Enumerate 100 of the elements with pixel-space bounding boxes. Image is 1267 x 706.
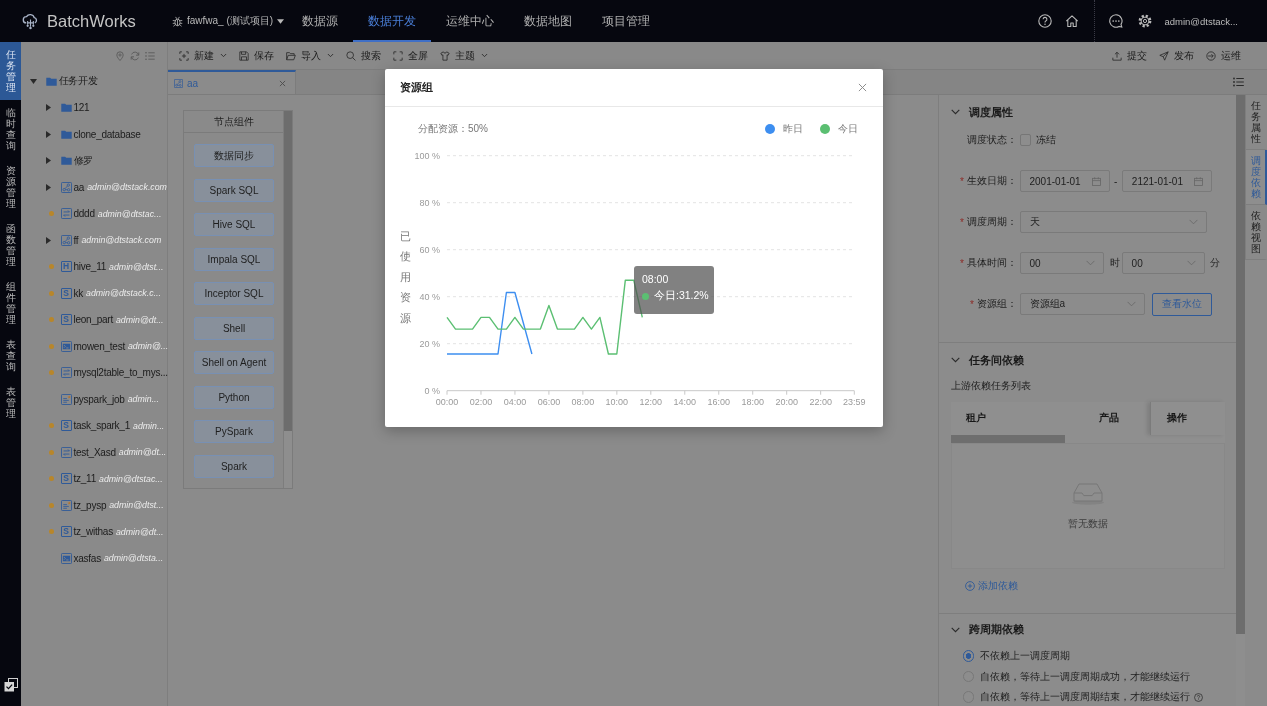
chevron-down-icon[interactable] [951,626,960,633]
date-input[interactable]: 2001-01-01 [1019,170,1110,192]
toolbar-button[interactable]: 保存 [239,45,274,66]
flow-diagram-icon [174,78,183,88]
node-component-button[interactable]: Python [194,385,274,409]
nav-tab[interactable]: 数据源 [287,0,353,42]
tree-item-label[interactable]: 修罗 [73,153,93,168]
user-account-menu[interactable]: admin@dtstack... [1164,15,1238,27]
caret-icon[interactable] [45,130,51,138]
nav-tab[interactable]: 运维中心 [431,0,509,42]
node-component-button[interactable]: Inceptor SQL [194,282,274,305]
app-logo-text: BatchWorks [47,11,136,31]
side-nav-tab[interactable]: 任务管理 [0,42,21,100]
select-field[interactable]: 资源组a [1019,293,1145,315]
close-icon[interactable] [279,79,286,87]
list-icon[interactable] [1233,77,1244,87]
sync-arrows-icon [60,446,72,458]
caret-icon[interactable] [45,157,51,165]
tree-item-label[interactable]: pyspark_job [73,393,125,405]
toolbar-button[interactable]: 提交 [1112,45,1147,66]
toolbar-button[interactable]: 导入 [286,45,334,66]
node-component-button[interactable]: Impala SQL [194,247,274,271]
select-field[interactable]: 00 [1019,252,1104,274]
side-nav-tab[interactable]: 资源管理 [0,158,21,216]
toolbar-button[interactable]: 发布 [1159,45,1194,66]
legend-label[interactable]: 今日 [838,122,858,136]
terminal-icon [60,552,72,564]
y-tick-label: 0 % [424,385,440,396]
close-icon[interactable] [858,83,867,92]
help-icon[interactable] [1038,14,1053,28]
node-component-button[interactable]: Spark SQL [194,178,274,202]
tree-item-label[interactable]: task_spark_1 [73,420,130,432]
radio-button[interactable] [962,650,974,662]
scrollbar-thumb[interactable] [951,434,1065,443]
caret-icon[interactable] [45,183,51,191]
node-component-button[interactable]: Hive SQL [194,213,274,236]
side-nav-tab[interactable]: 临时查询 [0,100,21,158]
sync-arrows-icon [60,367,72,379]
tree-item-label[interactable]: kk [73,287,83,299]
side-tab[interactable]: 依赖视图 [1246,205,1267,260]
tree-item-label[interactable]: ff [73,234,79,246]
settings-icon[interactable] [1138,14,1153,28]
tree-item-label[interactable]: tz_withas [73,526,113,538]
caret-icon[interactable] [45,236,51,244]
star-document-icon [60,393,72,405]
node-component-button[interactable]: PySpark [194,420,274,443]
node-component-button[interactable]: Shell on Agent [194,351,274,374]
plus-circle-icon [965,580,975,591]
side-nav-tab[interactable]: 表查询 [0,332,21,379]
tree-item-label[interactable]: aa [73,181,85,193]
task-type-tag: S [60,473,72,485]
bug-icon [172,15,183,27]
caret-icon[interactable] [29,78,37,84]
side-nav-tab[interactable]: 组件管理 [0,274,21,332]
tree-item-label[interactable]: mysql2table_to_mys... [73,367,168,379]
section-title: 任务间依赖 [969,352,1024,368]
toolbar-button[interactable]: 搜索 [346,45,381,66]
tree-item-label[interactable]: tz_11 [73,473,96,485]
task-type-tag: S [60,287,72,299]
tooltip-title: 08:00 [642,273,670,285]
node-component-button[interactable]: Spark [194,454,274,478]
tree-item-label[interactable]: test_Xasd [73,446,116,458]
nav-tab[interactable]: 数据地图 [509,0,587,42]
toolbar-button[interactable]: 运维 [1206,45,1241,66]
node-component-button[interactable]: 数据同步 [194,144,274,167]
scrollbar-thumb[interactable] [284,111,292,431]
caret-icon[interactable] [45,104,51,112]
chevron-down-icon[interactable] [951,109,960,115]
chat-bubble-icon[interactable] [1109,14,1124,28]
caret-down-icon [277,18,285,24]
side-nav-tab[interactable]: 表管理 [0,379,21,426]
owner-text: admin@dt... [118,447,167,458]
date-input[interactable]: 2121-01-01 [1121,170,1213,192]
toolbar-button[interactable]: 全屏 [393,45,428,66]
side-nav-tab[interactable]: 函数管理 [0,216,21,274]
x-tick-label: 16:00 [707,396,731,407]
checklist-icon[interactable] [3,678,18,692]
flow-diagram-icon [60,234,72,246]
tree-item-label[interactable]: hive_11 [73,261,107,273]
select-field[interactable]: 00 [1121,252,1205,274]
tree-item-label[interactable]: 121 [73,102,90,114]
terminal-icon [60,340,72,352]
tree-item-label[interactable]: tz_pysp [73,499,107,511]
tree-item-label[interactable]: leon_part [73,314,113,326]
select-field[interactable]: 天 [1019,211,1207,233]
tree-folder-label[interactable]: 任务开发 [58,74,98,89]
paper-plane-icon [1159,50,1169,61]
toolbar-button[interactable]: 主题 [440,45,488,66]
node-component-button[interactable]: Shell [194,316,274,340]
project-selector[interactable]: fawfwa_ (测试项目) [172,0,287,42]
home-icon[interactable] [1065,14,1080,28]
form-label: 调度状态： [967,133,1017,147]
toolbar-button[interactable]: 新建 [179,45,227,66]
tree-item-label[interactable]: xasfas [73,552,101,564]
tree-item-label[interactable]: mowen_test [73,340,125,352]
legend-label[interactable]: 昨日 [783,122,803,136]
nav-tab[interactable]: 项目管理 [587,0,665,42]
tree-item-label[interactable]: dddd [73,208,95,220]
chevron-down-icon[interactable] [951,357,960,363]
tree-item-label[interactable]: clone_database [73,128,141,140]
